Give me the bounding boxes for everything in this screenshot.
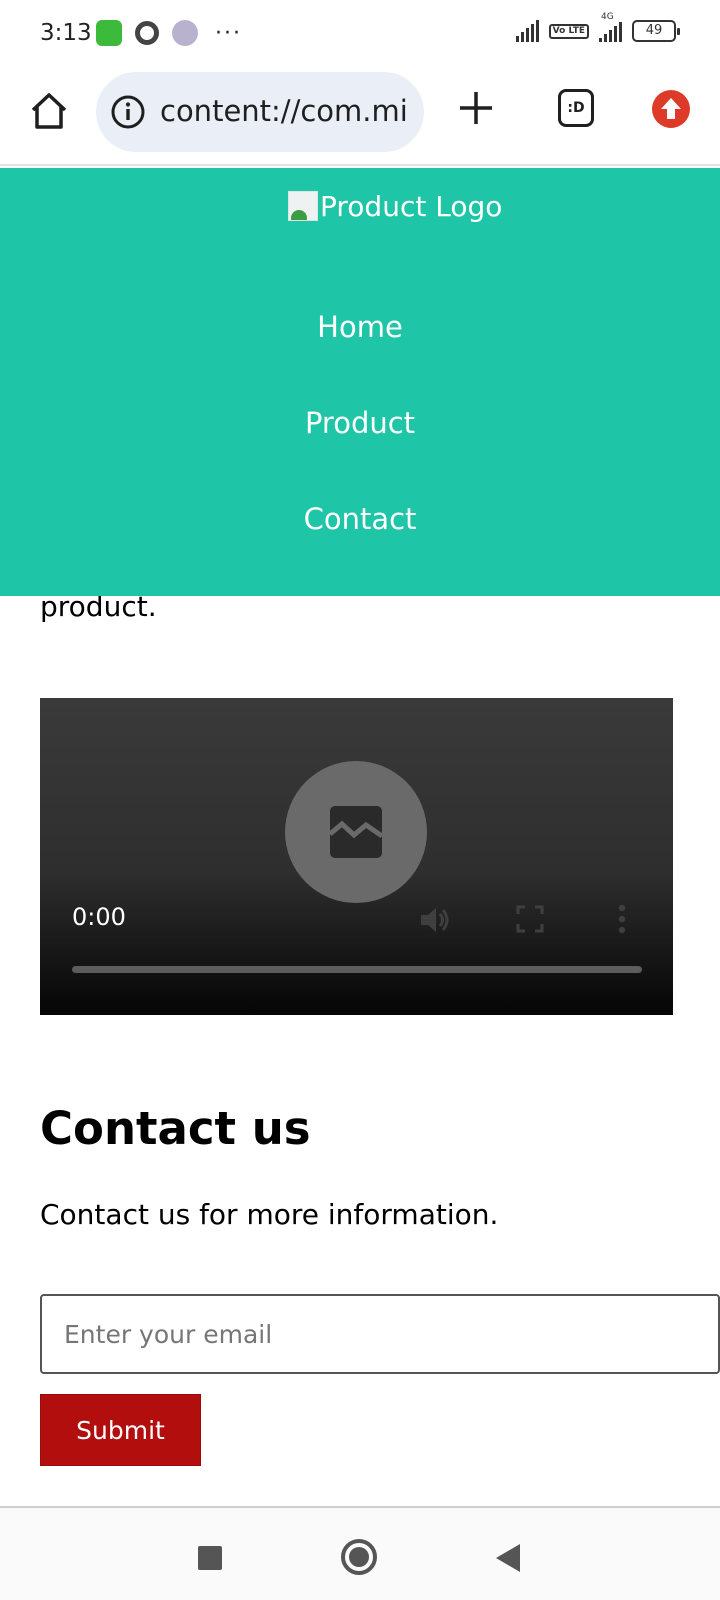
contact-description: Contact us for more information. [40, 1198, 499, 1231]
notification-icons: ··· [96, 20, 242, 46]
contact-heading: Contact us [40, 1102, 311, 1155]
home-icon[interactable] [28, 90, 70, 132]
more-notifications-icon: ··· [215, 20, 242, 46]
recent-apps-icon[interactable] [198, 1546, 222, 1570]
nav-link-contact[interactable]: Contact [0, 502, 720, 536]
logo-alt-text: Product Logo [320, 189, 503, 223]
video-player[interactable]: 0:00 [40, 698, 673, 1015]
fullscreen-icon[interactable] [516, 905, 544, 933]
system-navigation-bar [0, 1506, 720, 1600]
back-icon[interactable] [496, 1544, 520, 1572]
tab-switcher-icon[interactable]: :D [558, 89, 594, 127]
site-header: Product Logo Home Product Contact [0, 168, 720, 596]
app-notification-icon [96, 20, 122, 46]
update-icon[interactable] [652, 90, 690, 128]
status-bar: 3:13 ··· Vo LTE 4G 49 [0, 0, 720, 68]
signal-4g-icon: 4G [599, 12, 622, 42]
product-logo[interactable]: Product Logo [288, 188, 502, 224]
address-bar[interactable]: content://com.mi [96, 72, 424, 152]
app-badge-icon [172, 20, 198, 46]
browser-toolbar: content://com.mi :D [0, 68, 720, 166]
nav-link-product[interactable]: Product [0, 406, 720, 440]
email-input[interactable] [40, 1294, 720, 1374]
volume-icon[interactable] [418, 903, 452, 937]
status-indicators: Vo LTE 4G 49 [515, 12, 680, 42]
plus-icon[interactable] [456, 88, 496, 128]
battery-icon: 49 [632, 20, 680, 42]
info-icon[interactable] [110, 94, 146, 130]
system-home-icon[interactable] [341, 1539, 377, 1575]
nav-link-home[interactable]: Home [0, 310, 720, 344]
signal-icon [515, 20, 539, 42]
more-options-icon[interactable] [617, 903, 627, 935]
video-progress-bar[interactable] [72, 966, 642, 973]
volte-icon: Vo LTE [548, 23, 589, 39]
status-time: 3:13 [40, 20, 92, 46]
video-placeholder-button[interactable] [285, 761, 427, 903]
network-type-label: 4G [601, 12, 614, 22]
submit-button[interactable]: Submit [40, 1394, 201, 1466]
video-time: 0:00 [72, 903, 126, 931]
sync-notification-icon [135, 21, 159, 45]
url-text: content://com.mi [160, 94, 408, 128]
broken-image-icon [288, 191, 318, 221]
broken-video-icon [328, 806, 384, 858]
